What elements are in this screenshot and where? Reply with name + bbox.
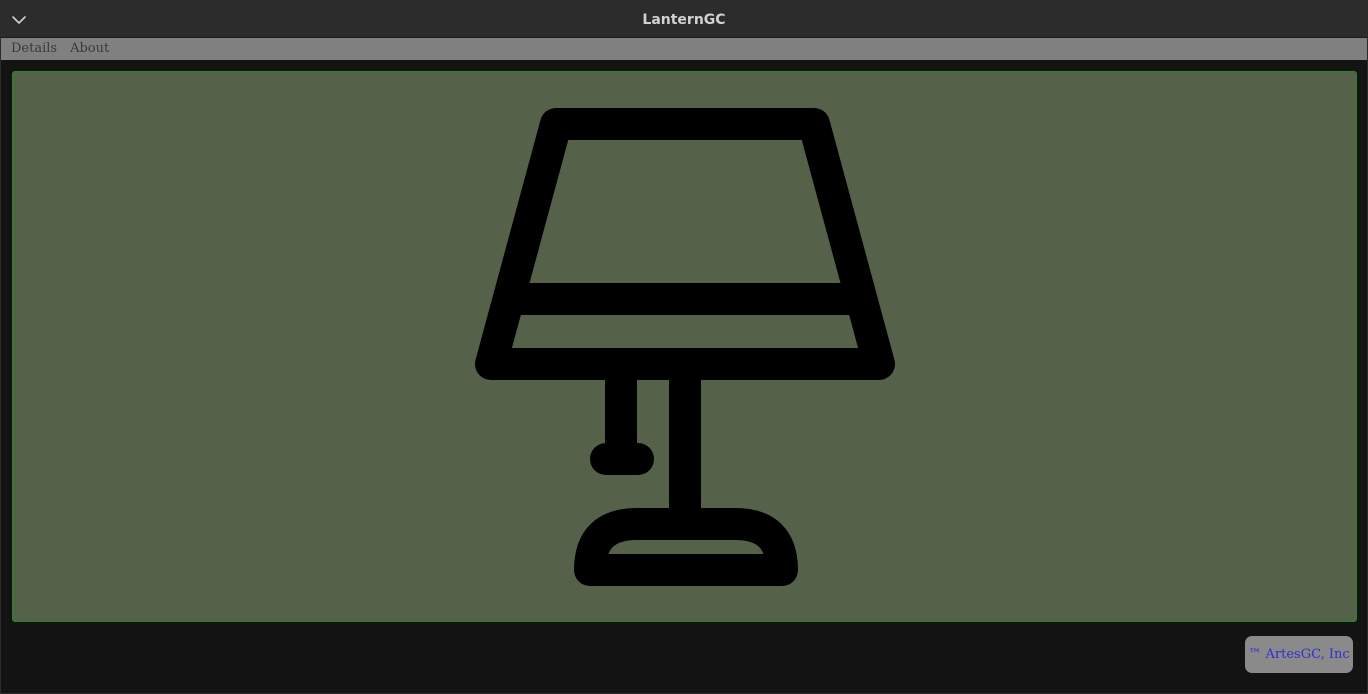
illustration-panel xyxy=(12,71,1357,622)
app-window: LanternGC Details About ™ ArtesGC, Inc xyxy=(0,0,1368,694)
title-bar: LanternGC xyxy=(1,1,1367,38)
menu-item-about[interactable]: About xyxy=(64,38,116,60)
window-title: LanternGC xyxy=(642,12,726,28)
table-lamp-icon xyxy=(475,108,895,586)
menu-item-details[interactable]: Details xyxy=(1,38,64,60)
menu-bar: Details About xyxy=(1,38,1367,60)
brand-badge: ™ ArtesGC, Inc xyxy=(1245,636,1353,673)
